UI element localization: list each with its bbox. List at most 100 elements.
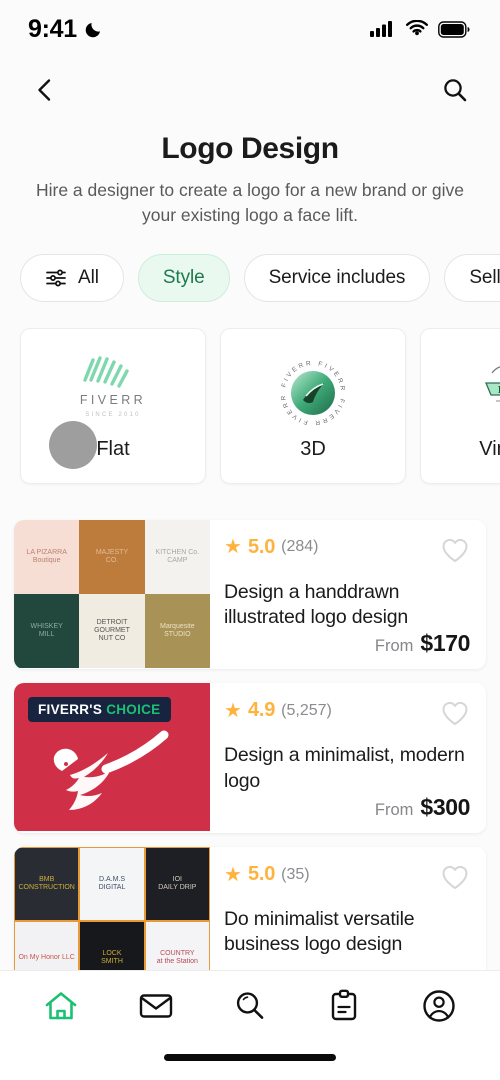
gig-price-row: From $300 <box>224 794 470 821</box>
gig-card-minimalist-modern[interactable]: FIVERR'S CHOICE ★ 4.9 (5,257) Design a m… <box>14 683 486 834</box>
gig-thumbnail: LA PIZARRA Boutique MAJESTY CO. KITCHEN Co… <box>14 519 210 668</box>
heart-outline-icon <box>442 702 468 726</box>
moon-icon <box>85 23 100 38</box>
gig-details: ★ 5.0 (284) Design a handdrawn illustrat… <box>210 520 486 670</box>
style-card-flat-label: Flat <box>96 438 130 461</box>
eagle-logo-artwork: FIVERR'S CHOICE <box>14 683 210 832</box>
collage-cell: BMB CONSTRUCTION <box>14 847 80 922</box>
gig-price-value: $170 <box>420 630 470 657</box>
sliders-icon <box>46 269 66 287</box>
heart-outline-icon <box>442 865 468 890</box>
gig-title: Do minimalist versatile business logo de… <box>224 908 415 956</box>
home-icon <box>45 991 77 1019</box>
status-bar-right <box>370 20 470 38</box>
favorite-button[interactable] <box>440 863 470 896</box>
gig-review-count: (35) <box>281 865 310 883</box>
svg-text:FIVERR: FIVERR <box>80 393 146 407</box>
tab-inbox[interactable] <box>128 983 184 1029</box>
filter-chip-style-label: Style <box>162 266 205 288</box>
star-icon: ★ <box>224 536 242 559</box>
tab-orders[interactable] <box>316 983 372 1029</box>
filter-chip-service-includes[interactable]: Service includes <box>243 253 431 302</box>
collage-cell: D.A.M.S DIGITAL <box>79 847 145 922</box>
gig-thumbnail: FIVERR'S CHOICE <box>14 683 210 832</box>
style-card-3d[interactable]: FIVERR FIVERR FIVERR FIVERR 3D <box>220 327 406 484</box>
collage-cell: LA PIZARRA Boutique <box>14 519 80 594</box>
status-bar: 9:41 <box>0 0 500 58</box>
collage-cell: MAJESTY CO. <box>79 519 145 594</box>
status-time: 9:41 <box>28 14 77 43</box>
gig-rating-value: 5.0 <box>247 535 276 558</box>
status-bar-left: 9:41 <box>28 15 104 44</box>
gig-rating: ★ 5.0 (35) <box>224 863 310 886</box>
tab-profile[interactable] <box>411 983 467 1029</box>
back-button[interactable] <box>28 73 62 107</box>
fiverrs-choice-badge: FIVERR'S CHOICE <box>28 697 171 723</box>
search-icon <box>236 991 264 1019</box>
search-button[interactable] <box>438 73 472 107</box>
gig-price-from-label: From <box>374 637 414 656</box>
gig-title: Design a handdrawn illustrated logo desi… <box>224 580 409 629</box>
tab-search[interactable] <box>222 983 278 1029</box>
page-header: Logo Design Hire a designer to create a … <box>0 122 500 228</box>
battery-full-icon <box>438 20 470 38</box>
gig-title: Design a minimalist, modern logo <box>224 744 465 792</box>
gig-list: LA PIZARRA Boutique MAJESTY CO. KITCHEN Co… <box>0 519 500 996</box>
wifi-icon <box>406 20 428 36</box>
gig-rating-value: 4.9 <box>247 699 276 722</box>
tab-home[interactable] <box>33 983 89 1029</box>
top-navigation-bar <box>0 58 500 122</box>
filter-chip-style[interactable]: Style <box>137 253 230 302</box>
gig-rating-row: ★ 5.0 (284) <box>224 536 470 569</box>
mail-icon <box>139 993 172 1018</box>
collage-cell: Marquesite STUDIO <box>144 593 210 668</box>
style-card-3d-label: 3D <box>300 438 326 461</box>
collage-cell: IOI DAILY DRIP <box>144 847 210 922</box>
filter-chip-all-label: All <box>78 266 99 288</box>
badge-text-primary: FIVERR'S <box>38 702 103 718</box>
collage-cell: WHISKEY MILL <box>14 593 80 668</box>
filter-chip-service-includes-label: Service includes <box>268 266 406 288</box>
bottom-tab-bar <box>0 970 500 1080</box>
gig-rating: ★ 4.9 (5,257) <box>224 699 332 722</box>
gig-price-from-label: From <box>374 801 414 820</box>
touch-cursor-indicator <box>49 420 97 469</box>
gig-price-row: From $170 <box>224 630 470 657</box>
badge-text-secondary: CHOICE <box>106 702 161 718</box>
search-icon <box>444 79 467 102</box>
fiverr-3d-badge-logo: FIVERR FIVERR FIVERR FIVERR <box>270 350 356 436</box>
logo-collage-light: LA PIZARRA Boutique MAJESTY CO. KITCHEN Co… <box>14 519 210 668</box>
heart-outline-icon <box>442 538 468 562</box>
gig-rating-value: 5.0 <box>247 863 276 886</box>
filter-chip-seller-label: Seller <box>469 266 500 288</box>
style-card-vintage-label: Vintage <box>479 438 500 461</box>
favorite-button[interactable] <box>440 699 470 732</box>
chevron-left-icon <box>38 79 51 101</box>
style-cards-row[interactable]: FIVERR SINCE 2010 Flat FIVERR FIVERR FIV… <box>0 327 500 494</box>
collage-cell: DETROIT GOURMET NUT CO <box>79 593 145 668</box>
filter-chip-all[interactable]: All <box>20 253 124 302</box>
page-title: Logo Design <box>161 132 339 165</box>
home-indicator <box>0 1054 500 1080</box>
gig-rating: ★ 5.0 (284) <box>224 536 319 559</box>
gig-review-count: (5,257) <box>281 701 332 719</box>
gig-rating-row: ★ 5.0 (35) <box>224 863 470 896</box>
gig-card-handdrawn[interactable]: LA PIZARRA Boutique MAJESTY CO. KITCHEN Co… <box>14 519 486 670</box>
orders-clipboard-icon <box>332 989 357 1020</box>
collage-cell: KITCHEN Co. CAMP <box>144 519 210 594</box>
style-card-vintage[interactable]: FIVE Vintage <box>420 327 500 484</box>
favorite-button[interactable] <box>440 536 470 569</box>
page-subtitle: Hire a designer to create a logo for a n… <box>35 180 465 225</box>
fiverr-vintage-crest-logo: FIVE <box>470 350 500 436</box>
star-icon: ★ <box>224 863 242 886</box>
gig-rating-row: ★ 4.9 (5,257) <box>224 699 470 732</box>
gig-review-count: (284) <box>281 538 319 556</box>
svg-text:SINCE 2010: SINCE 2010 <box>85 412 140 418</box>
filter-chips-row[interactable]: All Style Service includes Seller <box>0 253 500 306</box>
gig-price-value: $300 <box>420 794 470 821</box>
gig-details: ★ 4.9 (5,257) Design a minimalist, moder… <box>210 683 486 833</box>
cellular-signal-icon <box>370 21 392 37</box>
filter-chip-seller[interactable]: Seller <box>444 253 500 302</box>
style-card-flat[interactable]: FIVERR SINCE 2010 Flat <box>20 327 206 484</box>
mobile-screen: 9:41 Logo Design Hire a designer to crea… <box>0 0 500 1080</box>
